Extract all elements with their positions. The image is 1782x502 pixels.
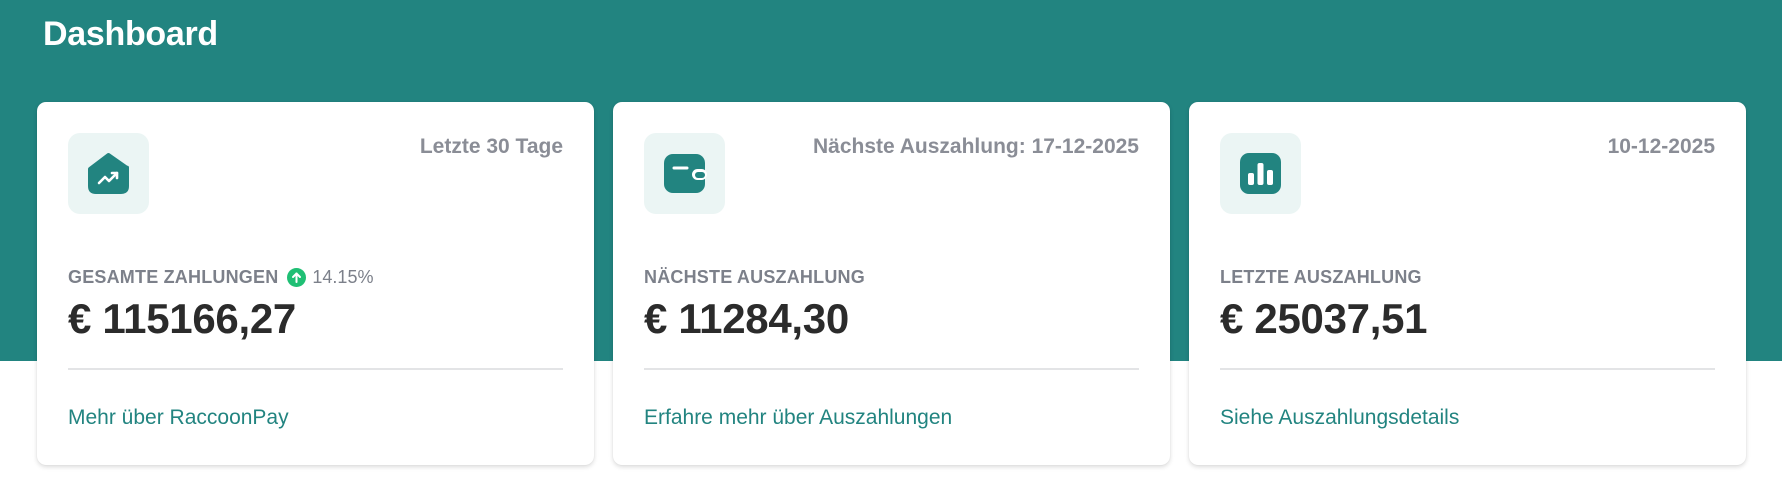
stat-label-row: GESAMTE ZAHLUNGEN 14.15% <box>68 264 373 290</box>
amount-value: € 25037,51 <box>1220 295 1428 342</box>
stat-label-row: LETZTE AUSZAHLUNG <box>1220 264 1422 290</box>
total-payments-card: Letzte 30 Tage GESAMTE ZAHLUNGEN 14.15% … <box>37 102 594 465</box>
bar-chart-icon <box>1220 133 1301 214</box>
period-label: Letzte 30 Tage <box>419 135 563 158</box>
stat-label-row: NÄCHSTE AUSZAHLUNG <box>644 264 865 290</box>
payout-details-link[interactable]: Siehe Auszahlungsdetails <box>1220 404 1459 432</box>
amount-value: € 11284,30 <box>644 295 849 342</box>
divider <box>68 368 563 370</box>
learn-more-link[interactable]: Mehr über RaccoonPay <box>68 404 289 432</box>
arrow-up-icon <box>287 267 307 287</box>
stat-label: GESAMTE ZAHLUNGEN <box>68 267 279 287</box>
trending-up-icon <box>68 133 149 214</box>
stat-label: NÄCHSTE AUSZAHLUNG <box>644 267 865 287</box>
trend-indicator: 14.15% <box>287 264 373 290</box>
next-payout-date: Nächste Auszahlung: 17-12-2025 <box>812 135 1139 158</box>
wallet-icon <box>644 133 725 214</box>
next-payout-card: Nächste Auszahlung: 17-12-2025 NÄCHSTE A… <box>613 102 1170 465</box>
last-payout-date: 10-12-2025 <box>1607 135 1715 158</box>
last-payout-card: 10-12-2025 LETZTE AUSZAHLUNG € 25037,51 … <box>1189 102 1746 465</box>
divider <box>644 368 1139 370</box>
divider <box>1220 368 1715 370</box>
payouts-info-link[interactable]: Erfahre mehr über Auszahlungen <box>644 404 952 432</box>
page-title: Dashboard <box>43 15 218 53</box>
amount-value: € 115166,27 <box>68 295 296 342</box>
stat-label: LETZTE AUSZAHLUNG <box>1220 267 1422 287</box>
trend-value: 14.15% <box>312 267 374 287</box>
